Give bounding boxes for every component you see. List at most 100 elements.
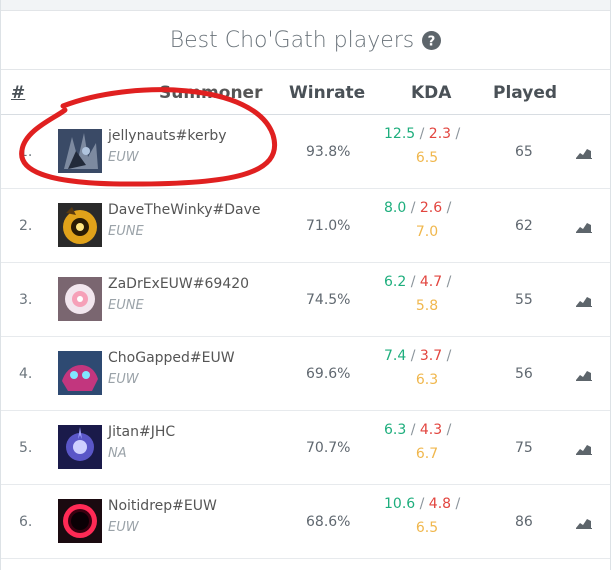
games-played: 55 <box>515 292 533 308</box>
area-chart-icon[interactable] <box>576 294 592 311</box>
rank-number: 5. <box>19 440 33 456</box>
kda-assists: 5.8 <box>415 298 439 314</box>
kda-assists-line: 6.3 <box>407 372 447 388</box>
kda-separator: / <box>442 200 452 216</box>
kda-deaths: 4.3 <box>419 422 443 438</box>
games-played: 75 <box>515 440 533 456</box>
kda-separator: / <box>406 274 420 290</box>
kda-deaths: 2.6 <box>419 200 443 216</box>
kda-line: 6.3 / 4.3 / <box>384 422 480 438</box>
winrate-value: 74.5% <box>306 292 351 308</box>
summoner-region: EUNE <box>108 224 144 239</box>
kda-kills: 10.6 <box>384 496 416 512</box>
champion-avatar-icon[interactable] <box>58 277 102 321</box>
kda-separator: / <box>442 348 452 364</box>
kda-deaths: 4.7 <box>419 274 443 290</box>
rank-number: 3. <box>19 292 33 308</box>
games-played: 56 <box>515 366 533 382</box>
kda-kills: 7.4 <box>384 348 407 364</box>
kda-assists-line: 5.8 <box>407 298 447 314</box>
winrate-value: 93.8% <box>306 144 351 160</box>
table-row[interactable]: 4. ChoGapped#EUW EUW 69.6% 7.4 / 3.7 / 6.3 56 <box>1 336 610 411</box>
kda-assists-line: 6.5 <box>407 150 447 166</box>
table-row[interactable]: 2. DaveTheWinky#Dave EUNE 71.0% 8.0 / 2.6 / … <box>1 188 610 263</box>
panel-top-bar <box>1 0 610 11</box>
winrate-column-header[interactable]: Winrate <box>289 70 365 114</box>
champion-avatar-icon[interactable] <box>58 351 102 395</box>
kda-separator: / <box>442 422 452 438</box>
leaderboard-title: Best Cho'Gath players ? <box>1 11 610 70</box>
games-played: 86 <box>515 514 533 530</box>
games-played: 65 <box>515 144 533 160</box>
summoner-region: EUW <box>108 372 139 387</box>
table-row[interactable]: 6. Noitidrep#EUW EUW 68.6% 10.6 / 4.8 / 6.5 8… <box>1 484 610 559</box>
area-chart-icon[interactable] <box>576 220 592 237</box>
kda-separator: / <box>415 126 429 142</box>
summoner-region: EUW <box>108 150 139 165</box>
summoner-name-link[interactable]: jellynauts#kerby <box>108 128 227 144</box>
champion-avatar-icon[interactable] <box>58 499 102 543</box>
kda-line: 7.4 / 3.7 / <box>384 348 480 364</box>
summoner-name-link[interactable]: Jitan#JHC <box>108 424 175 440</box>
summoner-column-header[interactable]: Summoner <box>159 70 262 114</box>
kda-assists: 6.5 <box>415 150 439 166</box>
kda-separator: / <box>442 274 452 290</box>
kda-separator: / <box>406 200 420 216</box>
winrate-value: 69.6% <box>306 366 351 382</box>
played-column-header[interactable]: Played <box>493 70 557 114</box>
kda-line: 8.0 / 2.6 / <box>384 200 480 216</box>
table-row[interactable]: 5. Jitan#JHC NA 70.7% 6.3 / 4.3 / 6.7 75 <box>1 410 610 485</box>
kda-deaths: 3.7 <box>419 348 443 364</box>
area-chart-icon[interactable] <box>576 368 592 385</box>
kda-kills: 6.3 <box>384 422 407 438</box>
summoner-name-link[interactable]: DaveTheWinky#Dave <box>108 202 260 218</box>
area-chart-icon[interactable] <box>576 146 592 163</box>
table-row[interactable]: 1. jellynauts#kerby EUW 93.8% 12.5 / 2.3 / 6… <box>1 114 610 189</box>
winrate-value: 68.6% <box>306 514 351 530</box>
games-played: 62 <box>515 218 533 234</box>
kda-kills: 6.2 <box>384 274 407 290</box>
kda-kills: 8.0 <box>384 200 407 216</box>
rank-column-header[interactable]: # <box>11 70 25 114</box>
summoner-name-link[interactable]: ChoGapped#EUW <box>108 350 235 366</box>
kda-deaths: 4.8 <box>428 496 452 512</box>
title-text: Best Cho'Gath players <box>169 27 415 53</box>
leaderboard-panel: Best Cho'Gath players ? # Summoner Winra… <box>0 0 611 570</box>
summoner-region: NA <box>108 446 127 461</box>
kda-separator: / <box>406 422 420 438</box>
kda-assists: 6.7 <box>415 446 439 462</box>
champion-avatar-icon[interactable] <box>58 203 102 247</box>
champion-avatar-icon[interactable] <box>58 129 102 173</box>
kda-line: 10.6 / 4.8 / <box>384 496 480 512</box>
rank-number: 2. <box>19 218 33 234</box>
kda-column-header[interactable]: KDA <box>411 70 451 114</box>
question-circle-icon[interactable]: ? <box>422 30 442 50</box>
winrate-value: 71.0% <box>306 218 351 234</box>
kda-line: 6.2 / 4.7 / <box>384 274 480 290</box>
kda-assists: 7.0 <box>415 224 439 240</box>
winrate-value: 70.7% <box>306 440 351 456</box>
kda-assists-line: 6.7 <box>407 446 447 462</box>
table-header: # Summoner Winrate KDA Played <box>1 70 610 115</box>
summoner-region: EUNE <box>108 298 144 313</box>
summoner-name-link[interactable]: ZaDrExEUW#69420 <box>108 276 249 292</box>
kda-separator: / <box>451 496 461 512</box>
area-chart-icon[interactable] <box>576 516 592 533</box>
rank-number: 6. <box>19 514 33 530</box>
summoner-name-link[interactable]: Noitidrep#EUW <box>108 498 217 514</box>
table-row[interactable]: 3. ZaDrExEUW#69420 EUNE 74.5% 6.2 / 4.7 / 5.… <box>1 262 610 337</box>
svg-text:?: ? <box>428 34 436 49</box>
champion-avatar-icon[interactable] <box>58 425 102 469</box>
kda-deaths: 2.3 <box>428 126 452 142</box>
kda-separator: / <box>406 348 420 364</box>
kda-kills: 12.5 <box>384 126 416 142</box>
kda-assists-line: 7.0 <box>407 224 447 240</box>
summoner-region: EUW <box>108 520 139 535</box>
rank-number: 1. <box>19 144 33 160</box>
kda-line: 12.5 / 2.3 / <box>384 126 480 142</box>
kda-separator: / <box>415 496 429 512</box>
kda-assists: 6.3 <box>415 372 439 388</box>
kda-assists-line: 6.5 <box>407 520 447 536</box>
area-chart-icon[interactable] <box>576 442 592 459</box>
kda-separator: / <box>451 126 461 142</box>
